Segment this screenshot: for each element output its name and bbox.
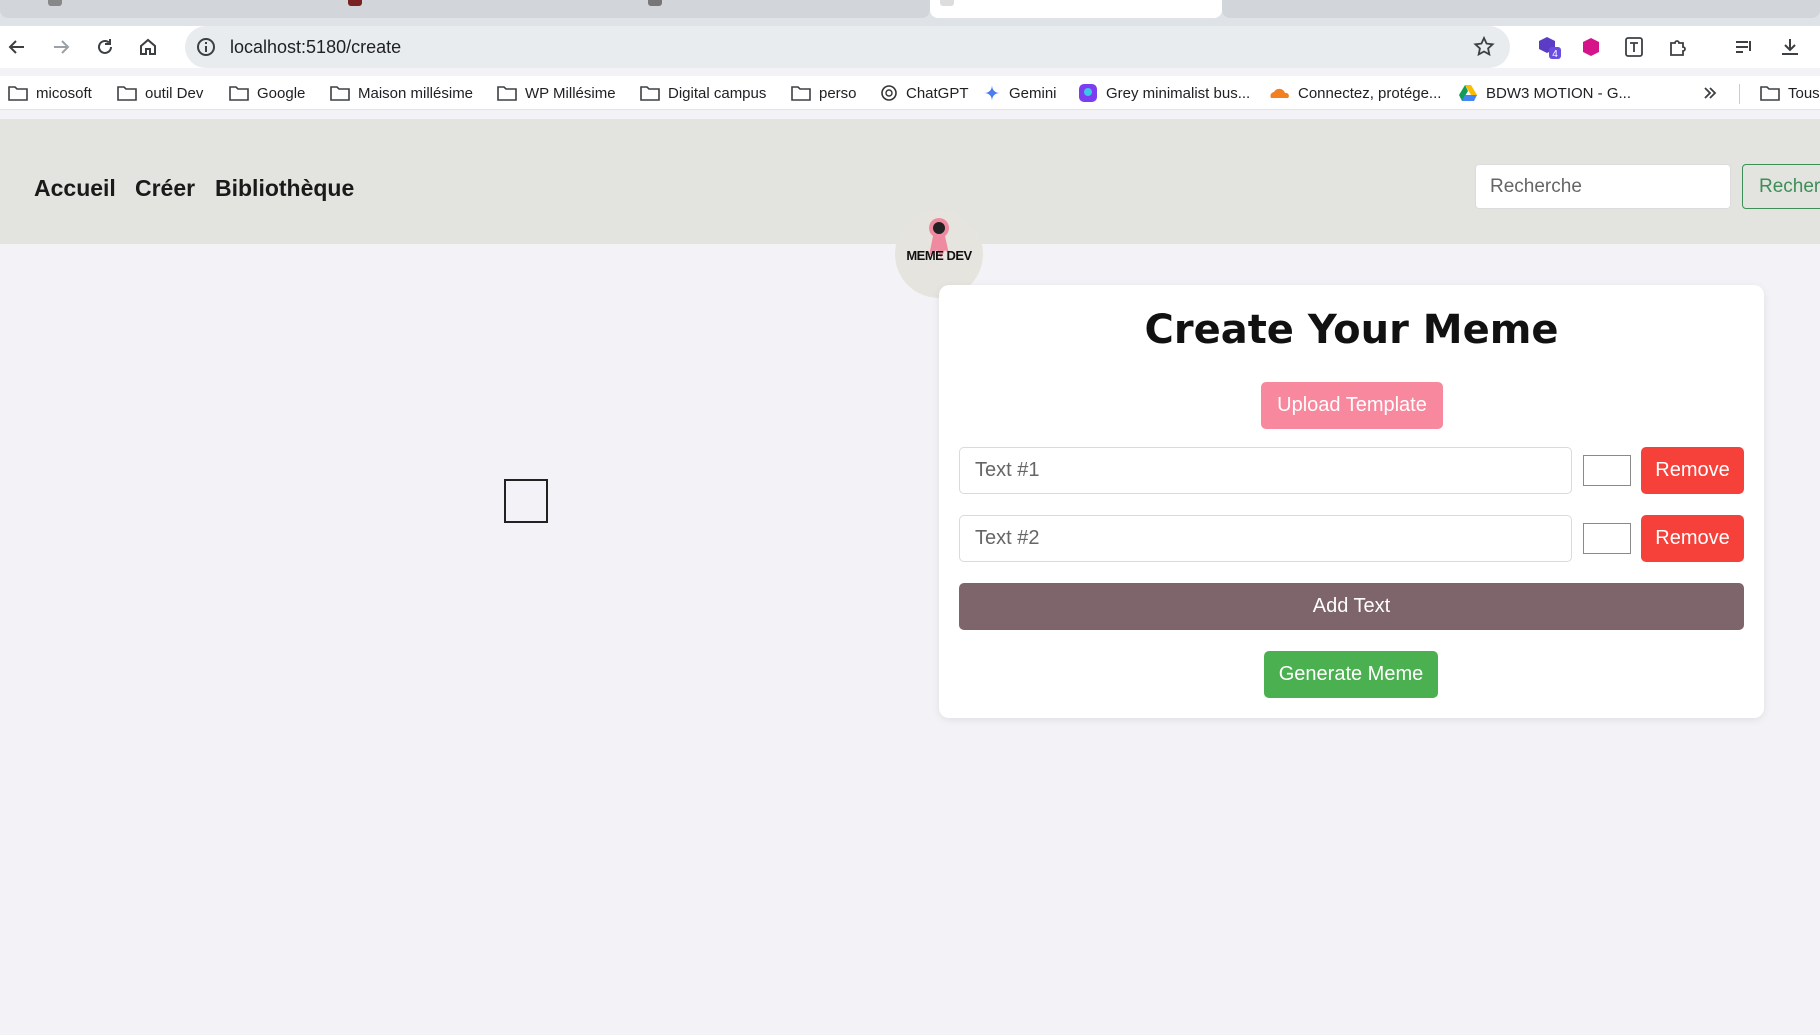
bookmark-label: Connectez, protége... bbox=[1298, 84, 1442, 102]
folder-icon bbox=[791, 86, 811, 101]
extension-translate-icon[interactable] bbox=[1620, 33, 1648, 61]
generate-meme-button[interactable]: Generate Meme bbox=[1264, 651, 1438, 698]
bookmark-folder[interactable]: Digital campus bbox=[640, 82, 766, 104]
browser-tab-active[interactable] bbox=[930, 0, 1222, 18]
folder-icon bbox=[330, 86, 350, 101]
bookmark-folder[interactable]: Maison millésime bbox=[330, 82, 473, 104]
extension-purple-icon[interactable]: 4 bbox=[1535, 33, 1563, 61]
folder-icon bbox=[229, 86, 249, 101]
bookmark-label: outil Dev bbox=[145, 84, 204, 102]
tab-favicon bbox=[48, 0, 62, 6]
text-input-1[interactable] bbox=[959, 447, 1572, 494]
site-info-icon[interactable] bbox=[195, 36, 217, 58]
bookmarks-overflow-button[interactable] bbox=[1702, 82, 1718, 104]
bookmark-label: Google bbox=[257, 84, 306, 102]
bookmark-gemini[interactable]: Gemini bbox=[983, 82, 1057, 104]
bookmark-label: WP Millésime bbox=[525, 84, 616, 102]
remove-text-button-1[interactable]: Remove bbox=[1641, 447, 1744, 494]
back-arrow-icon bbox=[8, 40, 24, 54]
forward-button[interactable] bbox=[44, 32, 78, 62]
browser-tab[interactable] bbox=[1222, 0, 1820, 18]
chevron-double-right-icon bbox=[1704, 87, 1717, 99]
drive-icon bbox=[1459, 85, 1477, 101]
bookmark-label: perso bbox=[819, 84, 857, 102]
bookmark-canva[interactable]: Grey minimalist bus... bbox=[1078, 82, 1250, 104]
bookmark-label: Tous bbox=[1788, 84, 1820, 102]
upload-template-button[interactable]: Upload Template bbox=[1261, 382, 1443, 429]
chatgpt-icon bbox=[881, 85, 897, 101]
folder-icon bbox=[117, 86, 137, 101]
forward-arrow-icon bbox=[54, 40, 70, 54]
bookmark-folder[interactable]: perso bbox=[791, 82, 857, 104]
meme-canvas[interactable] bbox=[504, 479, 548, 523]
remove-text-button-2[interactable]: Remove bbox=[1641, 515, 1744, 562]
back-button[interactable] bbox=[0, 32, 34, 62]
bookmark-label: Digital campus bbox=[668, 84, 767, 102]
nav-link-accueil[interactable]: Accueil bbox=[34, 175, 116, 202]
nav-link-bibliotheque[interactable]: Bibliothèque bbox=[215, 175, 354, 202]
nav-link-creer[interactable]: Créer bbox=[135, 175, 195, 202]
tab-strip bbox=[0, 0, 1820, 26]
bookmark-folder[interactable]: outil Dev bbox=[117, 82, 203, 104]
bookmark-drive[interactable]: BDW3 MOTION - G... bbox=[1458, 82, 1631, 104]
bookmarks-divider bbox=[1739, 84, 1740, 104]
logo-text: MEME DEV bbox=[906, 248, 972, 263]
reload-icon bbox=[98, 39, 112, 54]
bookmarks-bar: micosoft outil Dev Google Maison millési… bbox=[0, 76, 1820, 110]
url-text[interactable]: localhost:5180/create bbox=[230, 37, 401, 58]
bookmark-label: BDW3 MOTION - G... bbox=[1486, 84, 1631, 102]
tab-favicon bbox=[648, 0, 662, 6]
home-button[interactable] bbox=[131, 32, 165, 62]
text-color-picker-1[interactable] bbox=[1583, 455, 1631, 486]
folder-icon bbox=[1760, 86, 1780, 101]
canva-icon bbox=[1079, 84, 1097, 102]
extensions-puzzle-icon[interactable] bbox=[1664, 33, 1692, 61]
folder-icon bbox=[497, 86, 517, 101]
bookmark-cloudflare[interactable]: Connectez, protége... bbox=[1268, 82, 1441, 104]
bookmark-folder[interactable]: WP Millésime bbox=[497, 82, 616, 104]
bookmark-label: ChatGPT bbox=[906, 84, 969, 102]
add-text-button[interactable]: Add Text bbox=[959, 583, 1744, 630]
text-color-picker-2[interactable] bbox=[1583, 523, 1631, 554]
card-title: Create Your Meme bbox=[1144, 307, 1559, 353]
reload-button[interactable] bbox=[88, 32, 122, 62]
bookmark-chatgpt[interactable]: ChatGPT bbox=[880, 82, 969, 104]
search-input[interactable] bbox=[1475, 164, 1731, 209]
download-icon[interactable] bbox=[1776, 33, 1804, 61]
search-button[interactable]: Recher bbox=[1742, 164, 1820, 209]
extension-cube-icon[interactable] bbox=[1577, 33, 1605, 61]
tab-favicon bbox=[940, 0, 954, 6]
reading-list-icon[interactable] bbox=[1730, 33, 1758, 61]
bookmark-label: micosoft bbox=[36, 84, 92, 102]
bookmark-label: Grey minimalist bus... bbox=[1106, 84, 1251, 102]
folder-icon bbox=[8, 86, 28, 101]
bookmark-star-icon[interactable] bbox=[1472, 35, 1496, 59]
svg-text:4: 4 bbox=[1552, 49, 1558, 60]
browser-tab-group[interactable] bbox=[0, 0, 930, 18]
gemini-icon bbox=[984, 85, 1000, 101]
address-bar[interactable]: localhost:5180/create bbox=[185, 26, 1510, 68]
create-meme-card: Create Your Meme Upload Template Remove … bbox=[939, 285, 1764, 718]
tab-favicon bbox=[348, 0, 362, 6]
text-input-2[interactable] bbox=[959, 515, 1572, 562]
bookmark-all-folder[interactable]: Tous bbox=[1760, 82, 1820, 104]
bookmark-label: Gemini bbox=[1009, 84, 1057, 102]
folder-icon bbox=[640, 86, 660, 101]
bookmark-folder[interactable]: Google bbox=[229, 82, 305, 104]
bookmark-folder[interactable]: micosoft bbox=[8, 82, 92, 104]
cloudflare-icon bbox=[1270, 88, 1289, 98]
home-icon bbox=[140, 38, 156, 55]
bookmark-label: Maison millésime bbox=[358, 84, 474, 102]
